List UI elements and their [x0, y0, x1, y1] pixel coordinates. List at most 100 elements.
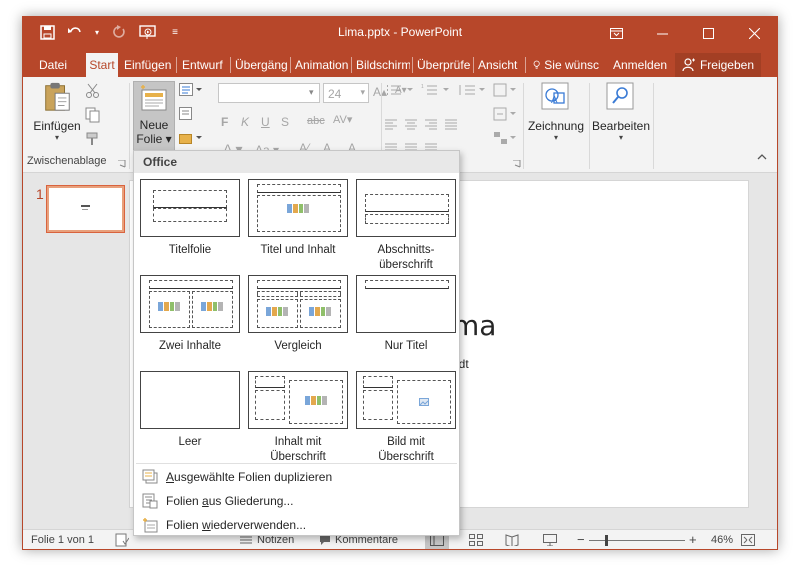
layout-label: Leer [178, 436, 202, 448]
format-painter-icon[interactable] [85, 131, 101, 150]
layout-label: Abschnitts-überschrift [377, 244, 435, 271]
dialog-launcher-icon[interactable] [118, 157, 126, 171]
font-name-dropdown-icon[interactable]: ▾ [309, 87, 314, 98]
layout-two-content[interactable]: Zwei Inhalte [136, 275, 244, 354]
duplicate-label: Ausgewählte Folien duplizieren [166, 470, 333, 484]
slideshow-view-icon[interactable] [543, 534, 557, 549]
group-separator [523, 83, 524, 169]
tab-animationen[interactable]: Animation [293, 53, 349, 77]
editing-button[interactable]: Bearbeiten ▾ [591, 81, 651, 142]
reuse-slides-item[interactable]: Folien wiederverwenden... [142, 517, 306, 533]
layout-label: Inhalt mit Überschrift [270, 436, 326, 463]
zoom-level[interactable]: 46% [711, 534, 733, 546]
zoom-slider-track[interactable] [589, 540, 685, 541]
ribbon-tabs: Datei Start Einfügen Entwurf Übergäng An… [23, 49, 777, 77]
align-text-icon[interactable] [493, 107, 521, 124]
editing-dropdown-icon[interactable]: ▾ [591, 133, 651, 142]
bold-button[interactable]: F [221, 115, 228, 129]
layout-blank[interactable]: Leer [136, 371, 244, 450]
outline-label: Folien aus Gliederung... [166, 494, 294, 508]
layout-label: Zwei Inhalte [158, 340, 221, 352]
layout-label: Nur Titel [384, 340, 428, 352]
group-separator [129, 83, 130, 169]
paste-label: Einfügen [33, 119, 81, 133]
layout-thumbnail [140, 179, 240, 237]
layout-thumbnail [248, 275, 348, 333]
cut-icon[interactable] [85, 83, 101, 102]
tab-datei[interactable]: Datei [37, 53, 69, 77]
reading-view-icon[interactable] [505, 534, 519, 549]
shapes-icon: A [541, 82, 569, 110]
close-icon[interactable] [731, 17, 777, 49]
tab-ueberpruefen[interactable]: Überprüfe [415, 53, 471, 77]
layout-title-slide[interactable]: Titelfolie [136, 179, 244, 258]
signin-link[interactable]: Anmelden [611, 53, 669, 77]
numbering-icon[interactable]: 1 [421, 83, 453, 100]
strikethrough-button[interactable]: abc [307, 115, 325, 127]
line-spacing-icon[interactable] [457, 83, 489, 100]
font-size-dropdown-icon[interactable]: ▾ [360, 87, 365, 98]
share-button[interactable]: Freigeben [675, 53, 761, 77]
tab-ansicht[interactable]: Ansicht [476, 53, 524, 77]
maximize-icon[interactable] [685, 17, 731, 49]
drawing-button[interactable]: A Zeichnung ▾ [526, 81, 586, 142]
font-size-box[interactable]: 24 ▾ [323, 83, 369, 103]
ribbon-options-icon[interactable] [593, 17, 639, 49]
layout-thumbnail [140, 371, 240, 429]
section-icon[interactable] [179, 131, 203, 148]
tab-start[interactable]: Start [86, 53, 118, 77]
shadow-button[interactable]: S [281, 115, 289, 129]
zoom-slider-thumb[interactable] [605, 535, 608, 546]
font-name-box[interactable] [218, 83, 320, 103]
reset-icon[interactable] [179, 107, 195, 124]
zoom-in-button[interactable]: + [689, 532, 697, 547]
layout-thumbnail [356, 275, 456, 333]
duplicate-icon [142, 469, 158, 484]
new-slide-label-2: Folie ▾ [136, 132, 172, 146]
copy-icon[interactable] [85, 107, 101, 126]
duplicate-slides-item[interactable]: Ausgewählte Folien duplizieren [142, 469, 332, 485]
text-direction-icon[interactable] [493, 83, 521, 100]
collapse-ribbon-icon[interactable] [757, 153, 767, 164]
slide-thumbnail[interactable] [46, 185, 125, 233]
smartart-icon[interactable] [493, 131, 521, 148]
group-separator [589, 83, 590, 169]
layout-content-with-caption[interactable]: Inhalt mit Überschrift [244, 371, 352, 465]
sorter-view-icon[interactable] [469, 534, 483, 549]
char-spacing-icon[interactable]: AV▾ [333, 113, 352, 126]
layout-title-only[interactable]: Nur Titel [352, 275, 460, 354]
layout-title-and-content[interactable]: Titel und Inhalt [244, 179, 352, 258]
tab-einfuegen[interactable]: Einfügen [122, 53, 174, 77]
clipboard-icon [45, 82, 70, 111]
layout-icon[interactable] [179, 83, 203, 100]
align-left-icon[interactable] [385, 119, 467, 134]
person-icon [682, 58, 695, 72]
underline-button[interactable]: U [261, 115, 270, 129]
svg-text:A: A [551, 95, 558, 106]
slides-from-outline-item[interactable]: Folien aus Gliederung... [142, 493, 293, 509]
paste-button[interactable]: Einfügen ▾ [33, 81, 81, 142]
new-slide-button[interactable]: Neue Folie ▾ [133, 81, 175, 151]
tell-me-box[interactable]: Sie wünsc [531, 53, 601, 77]
layout-label: Vergleich [274, 340, 322, 352]
layout-comparison[interactable]: Vergleich [244, 275, 352, 354]
paragraph-launcher-icon[interactable] [513, 157, 521, 171]
layout-picture-with-caption[interactable]: Bild mit Überschrift [352, 371, 460, 465]
minimize-icon[interactable] [639, 17, 685, 49]
title-placeholder [365, 280, 449, 289]
fit-slide-icon[interactable] [741, 534, 755, 549]
drawing-label: Zeichnung [527, 119, 585, 133]
drawing-dropdown-icon[interactable]: ▾ [526, 133, 586, 142]
tab-separator [473, 57, 474, 73]
layout-section-header[interactable]: Abschnitts-überschrift [352, 179, 460, 273]
zoom-out-button[interactable]: − [577, 532, 585, 547]
tell-me-text: Sie wünsc [544, 58, 599, 72]
italic-button[interactable]: K [241, 115, 249, 129]
tab-uebergaenge[interactable]: Übergäng [233, 53, 289, 77]
spelling-icon[interactable] [115, 533, 130, 549]
paste-dropdown-icon[interactable]: ▾ [33, 133, 81, 142]
tab-entwurf[interactable]: Entwurf [180, 53, 228, 77]
bullets-icon[interactable] [385, 83, 417, 100]
share-label: Freigeben [699, 58, 755, 72]
tab-bildschirmpraesentation[interactable]: Bildschirm [354, 53, 410, 77]
